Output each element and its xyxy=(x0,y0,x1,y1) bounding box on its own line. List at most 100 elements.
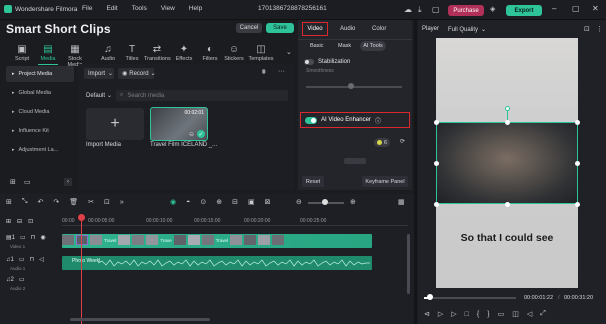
redo-icon[interactable]: ↷ xyxy=(53,198,59,206)
notification-icon[interactable]: ▢ xyxy=(432,5,440,14)
resize-handle-br[interactable] xyxy=(575,202,580,207)
more-tools-icon[interactable]: » xyxy=(120,199,124,206)
more-icon[interactable]: ⋮ xyxy=(596,25,603,33)
crop-icon[interactable]: ⊡ xyxy=(104,198,110,206)
toolbar-titles[interactable]: T Titles xyxy=(122,44,142,62)
toolbar-filters[interactable]: ◐ Filters xyxy=(200,44,220,62)
record-dropdown[interactable]: ◉ Record ⌄ xyxy=(118,68,156,79)
tab-video[interactable]: Video xyxy=(302,22,328,36)
playback-scrubber[interactable] xyxy=(427,294,433,300)
bracket-left-icon[interactable]: { xyxy=(477,311,479,318)
tab-color[interactable]: Color xyxy=(372,26,386,32)
menu-help[interactable]: Help xyxy=(189,5,202,12)
zoom-in-icon[interactable]: ⊕ xyxy=(350,198,356,206)
minimize-icon[interactable]: – xyxy=(552,4,556,13)
credits-badge[interactable]: 6 xyxy=(374,138,391,147)
fullscreen-icon[interactable]: ▭ xyxy=(498,310,505,318)
volume-icon[interactable]: ◁ xyxy=(527,310,532,318)
step-back-icon[interactable]: ▷ xyxy=(438,310,443,318)
resize-handle-mr[interactable] xyxy=(575,161,580,166)
snap-icon[interactable]: ⊟ xyxy=(232,198,238,206)
resize-handle-tl[interactable] xyxy=(434,120,439,125)
snapshot-icon[interactable]: ⊡ xyxy=(584,25,590,33)
horizontal-scrollbar[interactable] xyxy=(70,318,210,321)
stop-icon[interactable]: □ xyxy=(465,311,469,318)
undo-icon[interactable]: ↶ xyxy=(37,198,43,206)
select-icon[interactable]: ⤡ xyxy=(22,198,28,206)
menu-edit[interactable]: Edit xyxy=(106,5,117,12)
panel-divider[interactable] xyxy=(414,20,417,324)
maximize-icon[interactable]: ▢ xyxy=(572,4,580,13)
close-icon[interactable]: ✕ xyxy=(592,4,599,13)
layout-icon[interactable]: ⊞ xyxy=(6,198,12,206)
sidebar-item-project-media[interactable]: ▸ Project Media xyxy=(6,66,74,82)
save-button[interactable]: Save xyxy=(266,23,294,33)
folder-icon[interactable]: ▭ xyxy=(20,234,26,241)
sidebar-item-influence-kit[interactable]: ▸ Influence Kit xyxy=(6,123,74,139)
toolbar-transitions[interactable]: ⇄ Transitions xyxy=(144,44,171,62)
lock-icon[interactable]: ⊓ xyxy=(31,234,36,241)
resize-handle-bl[interactable] xyxy=(434,202,439,207)
media-clip-thumbnail[interactable]: 00:02:01 ✓ ⊖ xyxy=(150,107,208,141)
smoothness-slider[interactable] xyxy=(306,86,402,88)
tab-audio[interactable]: Audio xyxy=(340,26,355,32)
keyframe-icon[interactable]: ⊠ xyxy=(265,198,271,206)
selection-frame[interactable] xyxy=(436,122,578,204)
subtab-mask[interactable]: Mask xyxy=(338,43,351,49)
quality-dropdown[interactable]: Full Quality ⌄ xyxy=(448,26,486,34)
keyframe-panel-button[interactable]: Keyframe Panel xyxy=(362,176,408,187)
menu-view[interactable]: View xyxy=(161,5,175,12)
camera-icon[interactable]: ◫ xyxy=(512,310,519,318)
collapse-icon[interactable]: ‹ xyxy=(64,178,72,186)
search-box[interactable]: ⌕ Search media xyxy=(116,90,288,101)
subtab-ai-tools[interactable]: AI Tools xyxy=(360,41,386,51)
zoom-out-icon[interactable]: ⊖ xyxy=(296,198,302,206)
toolbar-audio[interactable]: ♫ Audio xyxy=(98,44,118,62)
filter-icon[interactable]: ⩩ xyxy=(262,69,266,77)
magnet-icon[interactable]: ⊡ xyxy=(28,218,33,225)
grid-view-icon[interactable]: ▦ xyxy=(398,198,405,206)
playback-progress-bar[interactable] xyxy=(424,297,516,299)
bracket-right-icon[interactable]: } xyxy=(487,311,489,318)
toolbar-stickers[interactable]: ☺ Stickers xyxy=(224,44,244,62)
download-icon[interactable]: ⤓ xyxy=(418,5,422,15)
playhead-handle[interactable] xyxy=(78,214,85,221)
resize-handle-tm[interactable] xyxy=(505,120,510,125)
menu-tools[interactable]: Tools xyxy=(132,5,147,12)
toolbar-effects[interactable]: ✦ Effects xyxy=(174,44,194,62)
crop-icon[interactable]: ⤢ xyxy=(540,310,546,318)
gift-icon[interactable]: ◈ xyxy=(490,5,495,13)
import-dropdown[interactable]: Import ⌄ xyxy=(84,68,114,79)
smart-cutout-icon[interactable]: ◉ xyxy=(170,198,176,206)
sidebar-item-cloud-media[interactable]: ▸ Cloud Media xyxy=(6,104,74,120)
generate-button[interactable] xyxy=(344,158,366,164)
toolbar-templates[interactable]: ◫ Templates xyxy=(248,44,274,62)
export-button[interactable]: Export xyxy=(506,5,542,16)
speaker-icon[interactable]: ◁ xyxy=(39,256,44,263)
more-icon[interactable]: ··· xyxy=(278,68,285,75)
stabilization-toggle[interactable] xyxy=(304,59,314,65)
smoothness-slider-handle[interactable] xyxy=(348,83,354,89)
sidebar-item-adjustment-layer[interactable]: ▸ Adjustment La... xyxy=(6,142,74,158)
audio-clip[interactable]: Photo Weekl xyxy=(62,256,372,270)
color-match-icon[interactable]: ◓ xyxy=(186,199,190,206)
marker-icon[interactable]: ▣ xyxy=(248,198,255,206)
vertical-scrollbar[interactable] xyxy=(407,234,410,294)
playhead-line[interactable] xyxy=(81,218,82,324)
toolbar-script[interactable]: ▣ Script xyxy=(12,44,32,62)
folder-icon[interactable]: ▭ xyxy=(24,178,31,186)
split-icon[interactable]: ✂ xyxy=(88,198,94,206)
sort-dropdown[interactable]: Default ⌄ xyxy=(84,90,112,101)
reset-button[interactable]: Reset xyxy=(302,176,324,187)
resize-handle-ml[interactable] xyxy=(434,161,439,166)
voice-icon[interactable]: ⊙ xyxy=(200,198,206,206)
mic-icon[interactable]: ⊕ xyxy=(216,198,222,206)
menu-file[interactable]: File xyxy=(82,5,92,12)
video-clip-strip[interactable]: Travel Trave Travel xyxy=(62,235,285,245)
timeline-ruler[interactable]: 00:00 00:00:05:00 00:00:10:00 00:00:15:0… xyxy=(62,216,408,226)
import-media-tile[interactable]: + xyxy=(86,108,144,140)
refresh-icon[interactable]: ⟳ xyxy=(400,138,405,145)
play-icon[interactable]: ▷ xyxy=(451,310,456,318)
resize-handle-bm[interactable] xyxy=(505,202,510,207)
sidebar-item-global-media[interactable]: ▸ Global Media xyxy=(6,85,74,101)
